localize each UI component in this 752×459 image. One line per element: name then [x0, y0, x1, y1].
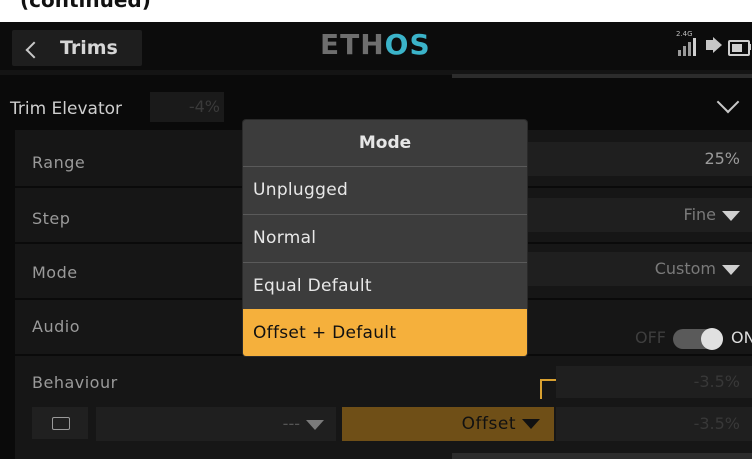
behaviour-label: Behaviour — [32, 373, 118, 392]
mode-value: Custom — [654, 259, 716, 278]
trim-value: -4% — [188, 97, 220, 116]
mode-popup: Mode Unplugged Normal Equal Default Offs… — [243, 120, 527, 356]
mode-label: Mode — [32, 263, 78, 282]
switch-source-value: --- — [282, 414, 300, 433]
expand-chevron-icon[interactable] — [716, 90, 740, 114]
option-normal[interactable]: Normal — [243, 214, 527, 261]
step-label: Step — [32, 209, 71, 228]
signal-bar — [678, 50, 681, 56]
header-bar: Trims ETHOS 2.4G — [0, 22, 752, 70]
ethos-logo: ETHOS — [320, 28, 450, 62]
radio-screen: Trims ETHOS 2.4G Trim Elevator -4% Range… — [0, 22, 752, 459]
mode-dropdown[interactable]: Custom — [527, 252, 752, 286]
scroll-indicator — [452, 74, 752, 78]
signal-bar — [688, 42, 691, 56]
behaviour-top-value: -3.5% — [693, 372, 740, 391]
bottom-scroll-indicator — [452, 453, 752, 459]
behaviour-value-bottom[interactable]: -3.5% — [556, 407, 752, 441]
logo-text-left: ETH — [320, 28, 385, 61]
toggle-switch[interactable] — [673, 328, 723, 350]
toggle-knob — [701, 328, 723, 350]
option-unplugged[interactable]: Unplugged — [243, 166, 527, 213]
signal-bar — [683, 46, 686, 56]
logo-text-right: OS — [384, 28, 431, 61]
range-value: 25% — [704, 149, 740, 168]
behaviour-value-top[interactable]: -3.5% — [556, 366, 752, 398]
dropdown-arrow-icon — [722, 210, 740, 221]
screenshot: (continued) Trims ETHOS 2.4G Trim Elevat… — [0, 0, 752, 459]
option-offset-default[interactable]: Offset + Default — [243, 309, 527, 356]
dropdown-arrow-icon — [722, 264, 740, 275]
behaviour-mode-dropdown[interactable]: Offset — [342, 407, 554, 441]
switch-source-dropdown[interactable]: --- — [96, 407, 336, 441]
dropdown-arrow-icon — [522, 419, 540, 429]
signal-band-label: 2.4G — [676, 30, 693, 38]
audio-toggle[interactable]: OFF ON — [635, 323, 752, 353]
trim-selector-label: Trim Elevator — [10, 99, 123, 119]
link-bracket — [540, 379, 542, 399]
trim-value-field: -4% — [150, 92, 224, 122]
range-field[interactable]: 25% — [527, 142, 752, 176]
caption-text: (continued) — [20, 0, 151, 12]
caption-fragment: (continued) — [0, 0, 752, 22]
status-icons: 2.4G — [670, 30, 752, 62]
toggle-on-label: ON — [731, 328, 752, 347]
chevron-left-icon — [25, 41, 43, 59]
switch-type-button[interactable] — [32, 407, 88, 439]
dropdown-arrow-icon — [306, 419, 324, 430]
behaviour-bottom-value: -3.5% — [693, 414, 740, 433]
keyboard-icon — [52, 417, 70, 430]
popup-title: Mode — [358, 133, 412, 153]
page-title: Trims — [60, 37, 118, 59]
link-bracket — [540, 379, 556, 381]
behaviour-mode-value: Offset — [461, 414, 516, 434]
signal-bar — [693, 38, 696, 56]
step-dropdown[interactable]: Fine — [527, 198, 752, 232]
range-label: Range — [32, 153, 86, 172]
option-equal-default[interactable]: Equal Default — [243, 262, 527, 309]
audio-label: Audio — [32, 317, 80, 336]
back-button[interactable]: Trims — [12, 30, 142, 66]
toggle-off-label: OFF — [635, 328, 666, 347]
step-value: Fine — [683, 205, 716, 224]
